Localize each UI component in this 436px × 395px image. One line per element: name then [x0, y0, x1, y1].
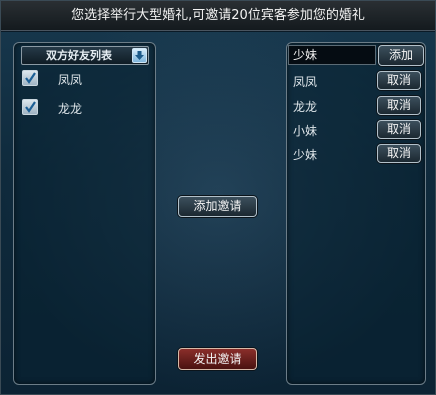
wedding-invite-window: 您选择举行大型婚礼,可邀请20位宾客参加您的婚礼 双方好友列表 凤凤 龙龙 少妹…: [0, 0, 436, 395]
send-invite-button[interactable]: 发出邀请: [178, 348, 257, 370]
cancel-guest-button[interactable]: 取消: [377, 120, 421, 139]
guest-list-item: 小妹 取消: [287, 120, 425, 140]
friend-checkbox[interactable]: [22, 70, 38, 86]
guest-list-item: 龙龙 取消: [287, 96, 425, 116]
add-invite-button[interactable]: 添加邀请: [178, 196, 257, 217]
friend-list-item[interactable]: 龙龙: [21, 98, 151, 118]
cancel-guest-button[interactable]: 取消: [377, 96, 421, 115]
friend-list-item[interactable]: 凤凤: [21, 69, 151, 89]
friend-list-title: 双方好友列表: [46, 49, 112, 62]
guest-list-panel: 少妹 添加 凤凤 取消 龙龙 取消 小妹 取消 少妹 取消: [286, 42, 426, 385]
friend-name: 龙龙: [58, 102, 83, 116]
guest-name: 凤凤: [293, 75, 318, 89]
cancel-guest-button[interactable]: 取消: [377, 144, 421, 163]
window-title: 您选择举行大型婚礼,可邀请20位宾客参加您的婚礼: [1, 1, 435, 31]
friend-name: 凤凤: [58, 73, 83, 87]
guest-name: 少妹: [293, 148, 318, 162]
guest-list-item: 少妹 取消: [287, 144, 425, 164]
window-body: 双方好友列表 凤凤 龙龙 少妹 添加 凤凤 取消 龙龙 取消 小妹 取消 少妹 …: [1, 32, 435, 394]
friend-list-dropdown[interactable]: 双方好友列表: [21, 46, 149, 65]
cancel-guest-button[interactable]: 取消: [377, 71, 421, 90]
dropdown-arrow-icon[interactable]: [132, 48, 147, 63]
guest-list-item: 凤凤 取消: [287, 71, 425, 91]
friend-checkbox[interactable]: [22, 99, 38, 115]
guest-name: 龙龙: [293, 100, 318, 114]
guest-name: 小妹: [293, 124, 318, 138]
guest-name-input[interactable]: 少妹: [288, 45, 376, 65]
friend-list-panel: 双方好友列表 凤凤 龙龙: [13, 42, 156, 385]
add-guest-button[interactable]: 添加: [378, 45, 424, 66]
